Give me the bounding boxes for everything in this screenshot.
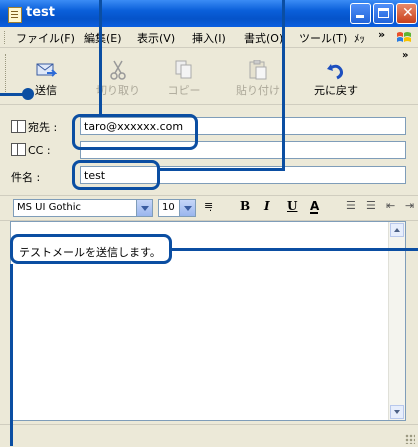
callout-line [158,168,285,171]
toolbar-grip [5,54,9,96]
scroll-up-icon[interactable] [390,223,404,237]
copy-label: コピー [167,84,201,97]
minimize-button[interactable] [350,3,371,24]
close-button[interactable]: ✕ [396,3,417,24]
window-title: test [26,5,55,20]
decrease-indent-icon[interactable]: ⇤ [386,199,395,217]
title-bar: test ✕ [0,0,418,27]
vertical-scrollbar[interactable] [388,222,405,420]
copy-icon [173,60,195,80]
menu-bar: ファイル(F) 編集(E) 表示(V) 挿入(I) 書式(O) ツール(T) ﾒ… [0,27,418,48]
windows-logo-icon [397,32,411,42]
mail-compose-window: test ✕ ファイル(F) 編集(E) 表示(V) 挿入(I) 書式(O) ツ… [0,0,418,447]
callout-line [10,264,13,446]
toolbar: 送信 切り取り コピー 貼り付け 元に戻す » [0,48,418,105]
to-field-callout [72,114,198,150]
italic-icon[interactable]: I [264,199,270,217]
callout-dot [22,88,34,100]
menu-format[interactable]: 書式(O) [244,30,283,46]
menu-message[interactable]: ﾒｯ [354,30,365,46]
maximize-button[interactable] [373,3,394,24]
menu-insert[interactable]: 挿入(I) [192,30,226,46]
scissors-icon [107,60,129,80]
underline-icon[interactable]: U [287,199,297,217]
message-header: 宛先 : taro@xxxxxx.com CC : 件名 : test [0,105,418,191]
subject-field-callout [72,160,160,190]
paste-icon [247,59,269,80]
menu-grip [4,31,8,44]
body-text-callout [10,234,172,264]
copy-button[interactable]: コピー [158,52,210,98]
undo-icon [325,60,347,80]
callout-line [282,0,285,170]
scroll-down-icon[interactable] [390,405,404,419]
font-size-select[interactable]: 10 [158,199,196,217]
message-icon [8,7,22,23]
undo-button[interactable]: 元に戻す [310,52,362,98]
font-select[interactable]: MS UI Gothic [13,199,153,217]
font-color-icon[interactable]: A [310,199,319,217]
menu-file[interactable]: ファイル(F) [16,30,75,46]
callout-line [99,0,102,117]
menu-overflow-icon[interactable]: » [378,28,385,41]
send-icon [35,60,58,80]
status-bar [0,424,418,447]
font-value: MS UI Gothic [17,202,82,213]
resize-grip-icon[interactable] [405,434,415,444]
numbered-list-icon[interactable]: ☰ [346,199,356,217]
format-toolbar: MS UI Gothic 10 ≡̣ B I U A ☰ ☰ ⇤ ⇥ [0,195,418,221]
subject-label: 件名 : [11,171,41,184]
paste-button[interactable]: 貼り付け [232,52,284,98]
callout-line [170,248,418,251]
cc-label[interactable]: CC : [11,143,51,157]
to-label[interactable]: 宛先 : [11,119,57,135]
increase-indent-icon[interactable]: ⇥ [405,199,414,217]
menu-view[interactable]: 表示(V) [137,30,175,46]
bold-icon[interactable]: B [240,199,250,217]
bullet-list-icon[interactable]: ☰ [366,199,376,217]
menu-tools[interactable]: ツール(T) [299,30,347,46]
address-book-icon [11,120,26,133]
address-book-icon [11,143,26,156]
toolbar-overflow-icon[interactable]: » [402,50,408,61]
menu-edit[interactable]: 編集(E) [84,30,122,46]
chevron-down-icon[interactable] [136,200,152,216]
font-size-value: 10 [162,202,175,213]
paragraph-style-icon[interactable]: ≡̣ [204,199,213,217]
paste-label: 貼り付け [236,84,280,97]
chevron-down-icon[interactable] [179,200,195,216]
undo-label: 元に戻す [314,84,358,97]
